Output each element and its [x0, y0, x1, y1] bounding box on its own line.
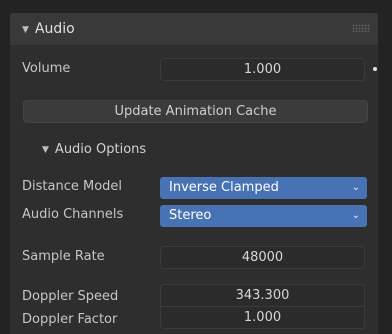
- audio-options-subpanel-header[interactable]: ▼ Audio Options: [20, 138, 146, 162]
- volume-label: Volume: [22, 61, 71, 76]
- chevron-down-icon: ⌄: [351, 210, 360, 221]
- panel-title: ▼ Audio: [22, 21, 75, 37]
- doppler-factor-field[interactable]: 1.000: [160, 307, 365, 329]
- update-animation-cache-button[interactable]: Update Animation Cache: [23, 100, 368, 123]
- volume-field[interactable]: 1.000: [160, 58, 365, 81]
- doppler-speed-field[interactable]: 343.300: [160, 284, 365, 307]
- chevron-down-icon: ⌄: [351, 182, 360, 193]
- sample-rate-field[interactable]: 48000: [160, 246, 365, 269]
- distance-model-select[interactable]: Inverse Clamped ⌄: [160, 177, 367, 199]
- triangle-down-icon: ▼: [22, 25, 29, 35]
- audio-channels-label: Audio Channels: [22, 207, 124, 222]
- drag-grip-icon[interactable]: [352, 24, 370, 32]
- audio-channels-select[interactable]: Stereo ⌄: [160, 205, 367, 227]
- sample-rate-label: Sample Rate: [22, 249, 105, 264]
- triangle-down-icon: ▼: [42, 145, 49, 155]
- distance-model-label: Distance Model: [22, 179, 123, 194]
- doppler-speed-label: Doppler Speed: [22, 289, 119, 304]
- dot-icon[interactable]: [373, 67, 377, 71]
- doppler-factor-label: Doppler Factor: [22, 312, 118, 327]
- audio-panel-header[interactable]: ▼ Audio: [10, 13, 378, 45]
